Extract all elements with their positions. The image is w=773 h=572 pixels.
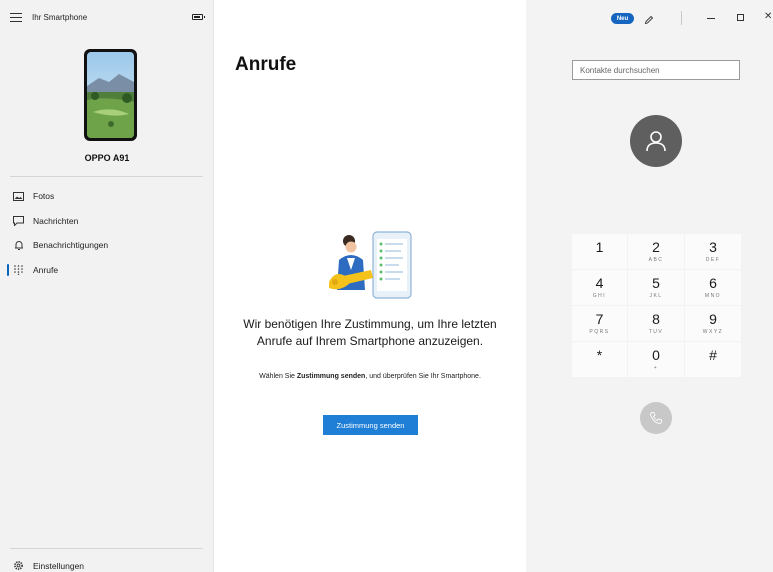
key-digit: 1	[595, 239, 604, 255]
key-letters: TUV	[648, 329, 664, 335]
sidebar-item-label: Benachrichtigungen	[33, 240, 109, 251]
settings-button[interactable]: Einstellungen	[13, 560, 84, 571]
dialpad: 1 2 ABC 3 DEF 4 GHI 5 JKL 6 MNO 7 PQRS 8 TUV 9 W…	[572, 234, 741, 377]
device-name: OPPO A91	[84, 153, 130, 163]
phone-icon	[649, 412, 662, 425]
consent-desc-suffix: , und überprüfen Sie Ihr Smartphone.	[365, 373, 481, 380]
key-letters: WXYZ	[702, 329, 724, 335]
key-digit: 2	[652, 239, 660, 255]
key-letters: +	[653, 365, 659, 371]
key-letters: ABC	[648, 257, 664, 263]
key-letters: JKL	[649, 293, 663, 299]
dialpad-icon	[13, 264, 24, 275]
key-letters: MNO	[704, 293, 722, 299]
minimize-icon[interactable]	[707, 18, 715, 19]
dialpad-key-3[interactable]: 3 DEF	[685, 234, 741, 269]
key-digit: 9	[709, 311, 717, 327]
close-icon[interactable]: ✕	[764, 11, 772, 22]
consent-description: Wählen Sie Zustimmung senden, und überpr…	[248, 372, 492, 382]
maximize-icon[interactable]	[737, 14, 744, 21]
key-digit: *	[596, 347, 603, 363]
dialpad-key-1[interactable]: 1	[572, 234, 627, 269]
key-digit: 6	[709, 275, 717, 291]
dialpad-key-hash[interactable]: #	[685, 342, 741, 377]
gear-icon	[13, 560, 24, 571]
key-letters: PQRS	[589, 329, 610, 335]
dialpad-key-5[interactable]: 5 JKL	[628, 270, 684, 305]
sidebar-divider-bottom	[10, 548, 203, 549]
sidebar-item-label: Anrufe	[33, 264, 59, 275]
sidebar-item-benachrichtigungen[interactable]: Benachrichtigungen	[0, 233, 214, 258]
sidebar-divider	[10, 176, 203, 177]
titlebar-separator	[681, 11, 682, 25]
key-digit: #	[709, 347, 717, 363]
dialpad-key-9[interactable]: 9 WXYZ	[685, 306, 741, 341]
sidebar-item-fotos[interactable]: Fotos	[0, 184, 214, 209]
hamburger-menu-icon[interactable]	[10, 12, 22, 22]
sidebar: Ihr Smartphone OPPO A91 Fotos Nachrichte…	[0, 0, 214, 572]
new-badge[interactable]: Neu	[611, 13, 634, 24]
key-digit: 3	[709, 239, 717, 255]
key-digit: 7	[595, 311, 604, 327]
key-digit: 4	[595, 275, 604, 291]
dialpad-key-2[interactable]: 2 ABC	[628, 234, 684, 269]
dialpad-key-0[interactable]: 0 +	[628, 342, 684, 377]
key-digit: 0	[652, 347, 660, 363]
dialpad-key-8[interactable]: 8 TUV	[628, 306, 684, 341]
sidebar-item-anrufe[interactable]: Anrufe	[0, 258, 214, 283]
key-digit: 8	[652, 311, 660, 327]
consent-desc-bold: Zustimmung senden	[296, 373, 366, 380]
messages-icon	[13, 215, 24, 226]
title-bar: Neu ✕	[526, 0, 773, 30]
pen-icon[interactable]	[644, 12, 654, 30]
sidebar-nav: Fotos Nachrichten Benachrichtigungen Anr…	[0, 184, 214, 282]
contact-avatar	[630, 115, 682, 167]
sidebar-item-nachrichten[interactable]: Nachrichten	[0, 209, 214, 234]
consent-illustration	[325, 230, 415, 302]
bell-icon	[13, 240, 24, 250]
send-consent-button[interactable]: Zustimmung senden	[323, 415, 418, 435]
dialer-pane: Neu ✕ 1 2 ABC 3 DEF 4 GHI 5 JKL 6 MNO 7 PQRS 8…	[526, 0, 773, 572]
consent-title: Wir benötigen Ihre Zustimmung, um Ihre l…	[243, 317, 497, 348]
photos-icon	[13, 191, 24, 201]
sidebar-header: Ihr Smartphone	[0, 0, 213, 34]
dialpad-key-star[interactable]: *	[572, 342, 627, 377]
phone-wallpaper	[87, 52, 134, 138]
battery-icon	[192, 14, 205, 20]
settings-label: Einstellungen	[33, 560, 85, 571]
main-content: Anrufe Wir benötigen Ihre Zustimmung, um…	[214, 0, 526, 572]
dialpad-key-7[interactable]: 7 PQRS	[572, 306, 627, 341]
call-button[interactable]	[640, 402, 672, 434]
person-icon	[646, 131, 666, 152]
key-digit: 5	[652, 275, 660, 291]
key-letters: DEF	[705, 257, 721, 263]
key-letters: GHI	[592, 293, 607, 299]
dialpad-key-6[interactable]: 6 MNO	[685, 270, 741, 305]
contacts-search-input[interactable]	[572, 60, 740, 80]
page-title: Anrufe	[235, 54, 297, 75]
dialpad-key-4[interactable]: 4 GHI	[572, 270, 627, 305]
sidebar-item-label: Fotos	[33, 191, 55, 202]
consent-desc-prefix: Wählen Sie	[259, 373, 297, 380]
phone-image	[84, 49, 137, 141]
app-title: Ihr Smartphone	[32, 12, 88, 22]
sidebar-item-label: Nachrichten	[33, 215, 79, 226]
